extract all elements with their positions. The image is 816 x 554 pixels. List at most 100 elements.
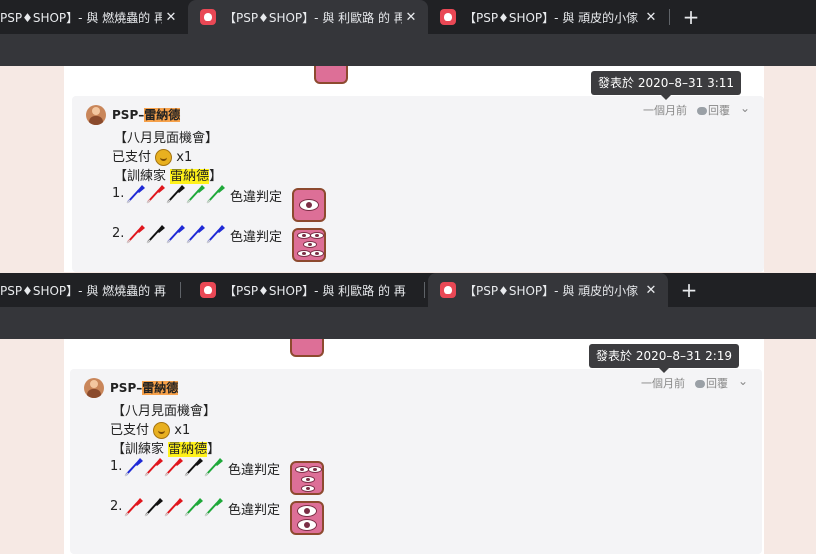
row2-label: 色違判定 <box>228 503 281 518</box>
trainer-name: 雷納德 <box>170 169 210 184</box>
username[interactable]: PSP–雷納德 <box>112 106 181 123</box>
pin-emoji-icon <box>186 225 205 244</box>
pin-emoji-icon <box>146 225 165 244</box>
browser-toolbar <box>0 307 816 340</box>
pin-emoji-icon <box>164 498 183 517</box>
close-icon[interactable]: ✕ <box>162 8 180 26</box>
reply-label: 回覆 <box>706 377 728 390</box>
username-prefix: PSP– <box>112 108 145 122</box>
username-highlight: 雷納德 <box>142 381 179 395</box>
paid-label: 已支付 <box>112 150 152 165</box>
chevron-down-icon[interactable]: ⌄ <box>740 101 754 115</box>
trainer-prefix: 【訓練家 <box>112 442 169 457</box>
paid-quantity: x1 <box>176 150 193 165</box>
pin-emoji-icon <box>144 458 163 477</box>
tab-title: 【PSP♦SHOP】- 與 頑皮的小傢 <box>464 10 639 25</box>
trainer-line: 【訓練家 雷納德】 <box>114 165 222 184</box>
paid-quantity: x1 <box>174 423 191 438</box>
row1-number: 1. <box>110 459 123 474</box>
close-icon[interactable]: ✕ <box>642 8 660 26</box>
row2-number: 2. <box>110 499 123 514</box>
site-favicon-icon <box>440 282 456 298</box>
tab-1[interactable]: PSP♦SHOP】- 與 燃燒蟲的 再 ✕ <box>0 0 188 34</box>
row1-label: 色違判定 <box>228 463 281 478</box>
close-icon[interactable]: ✕ <box>402 8 420 26</box>
tab-strip: PSP♦SHOP】- 與 燃燒蟲的 再 【PSP♦SHOP】- 與 利歐路 的 … <box>0 273 816 307</box>
trainer-name: 雷納德 <box>168 442 208 457</box>
tab-title: 【PSP♦SHOP】- 與 利歐路 的 再 <box>224 10 402 25</box>
avatar[interactable] <box>84 378 104 398</box>
reply-label: 回覆 <box>708 104 730 117</box>
tab-title: 【PSP♦SHOP】- 與 頑皮的小傢 <box>464 283 639 298</box>
avatar[interactable] <box>86 105 106 125</box>
event-line: 【八月見面機會】 <box>114 131 219 146</box>
one-eye-sticker <box>292 188 326 222</box>
pin-emoji-icon <box>144 498 163 517</box>
paid-line: 已支付 x1 <box>112 146 192 166</box>
pin-emoji-icon <box>124 458 143 477</box>
tab-1[interactable]: PSP♦SHOP】- 與 燃燒蟲的 再 <box>0 273 178 307</box>
timestamp-tooltip: 發表於 2020–8–31 2:19 <box>589 344 740 373</box>
site-favicon-icon <box>200 282 216 298</box>
trainer-line: 【訓練家 雷納德】 <box>112 438 220 457</box>
reply-link[interactable]: 回覆 <box>695 375 728 391</box>
pin-emoji-icon <box>146 185 165 204</box>
row1-emojis <box>126 184 226 204</box>
tab-divider <box>180 282 181 298</box>
pin-emoji-icon <box>206 185 225 204</box>
event-line: 【八月見面機會】 <box>112 404 217 419</box>
pin-emoji-icon <box>206 225 225 244</box>
two-eyes-sticker <box>290 501 324 535</box>
pin-emoji-icon <box>164 458 183 477</box>
pin-emoji-icon <box>124 498 143 517</box>
new-tab-button[interactable]: + <box>679 5 703 29</box>
screenshot-top: PSP♦SHOP】- 與 燃燒蟲的 再 ✕ 【PSP♦SHOP】- 與 利歐路 … <box>0 0 816 272</box>
row1-label: 色違判定 <box>230 190 283 205</box>
sticker-partial <box>314 66 348 84</box>
username-highlight: 雷納德 <box>144 108 181 122</box>
tab-title: PSP♦SHOP】- 與 燃燒蟲的 再 <box>0 10 162 25</box>
site-favicon-icon <box>440 9 456 25</box>
new-tab-button[interactable]: + <box>677 278 701 302</box>
chevron-down-icon[interactable]: ⌄ <box>738 374 752 388</box>
username-prefix: PSP– <box>110 381 143 395</box>
pin-emoji-icon <box>184 498 203 517</box>
trainer-suffix: 】 <box>207 442 221 457</box>
pin-emoji-icon <box>166 185 185 204</box>
screenshot-bottom: PSP♦SHOP】- 與 燃燒蟲的 再 【PSP♦SHOP】- 與 利歐路 的 … <box>0 273 816 554</box>
site-favicon-icon <box>200 9 216 25</box>
username[interactable]: PSP–雷納德 <box>110 379 179 396</box>
row2-label: 色違判定 <box>230 230 283 245</box>
row2-number: 2. <box>112 226 125 241</box>
row1-emojis <box>124 457 224 477</box>
tab-strip: PSP♦SHOP】- 與 燃燒蟲的 再 ✕ 【PSP♦SHOP】- 與 利歐路 … <box>0 0 816 34</box>
pin-emoji-icon <box>126 185 145 204</box>
page-content: PSP–雷納德 一個月前 回覆 ⌄ 【八月見面機會】 已支付 x1 【訓練家 雷… <box>0 339 816 554</box>
few-eyes-sticker <box>290 461 324 495</box>
pin-emoji-icon <box>186 185 205 204</box>
close-icon[interactable]: ✕ <box>642 281 660 299</box>
row1-number: 1. <box>112 186 125 201</box>
speech-bubble-icon <box>695 380 705 388</box>
tab-3[interactable]: 【PSP♦SHOP】- 與 頑皮的小傢 ✕ <box>428 273 668 307</box>
tab-divider <box>669 9 670 25</box>
tab-title: PSP♦SHOP】- 與 燃燒蟲的 再 <box>0 283 166 298</box>
sticker-partial <box>290 339 324 357</box>
tab-title: 【PSP♦SHOP】- 與 利歐路 的 再 <box>224 283 406 298</box>
coin-emoji-icon <box>155 149 173 166</box>
tab-2[interactable]: 【PSP♦SHOP】- 與 利歐路 的 再 ✕ <box>188 0 428 34</box>
paid-label: 已支付 <box>110 423 150 438</box>
tab-3[interactable]: 【PSP♦SHOP】- 與 頑皮的小傢 ✕ <box>428 0 668 34</box>
pin-emoji-icon <box>204 458 223 477</box>
page-content: PSP–雷納德 一個月前 回覆 ⌄ 【八月見面機會】 已支付 x1 【訓練家 雷… <box>0 66 816 272</box>
tab-2[interactable]: 【PSP♦SHOP】- 與 利歐路 的 再 <box>188 273 426 307</box>
reply-link[interactable]: 回覆 <box>697 102 730 118</box>
pin-emoji-icon <box>204 498 223 517</box>
speech-bubble-icon <box>697 107 707 115</box>
browser-toolbar <box>0 34 816 67</box>
coin-emoji-icon <box>153 422 171 439</box>
paid-line: 已支付 x1 <box>110 419 190 439</box>
row2-emojis <box>124 497 224 517</box>
pin-emoji-icon <box>184 458 203 477</box>
trainer-prefix: 【訓練家 <box>114 169 171 184</box>
